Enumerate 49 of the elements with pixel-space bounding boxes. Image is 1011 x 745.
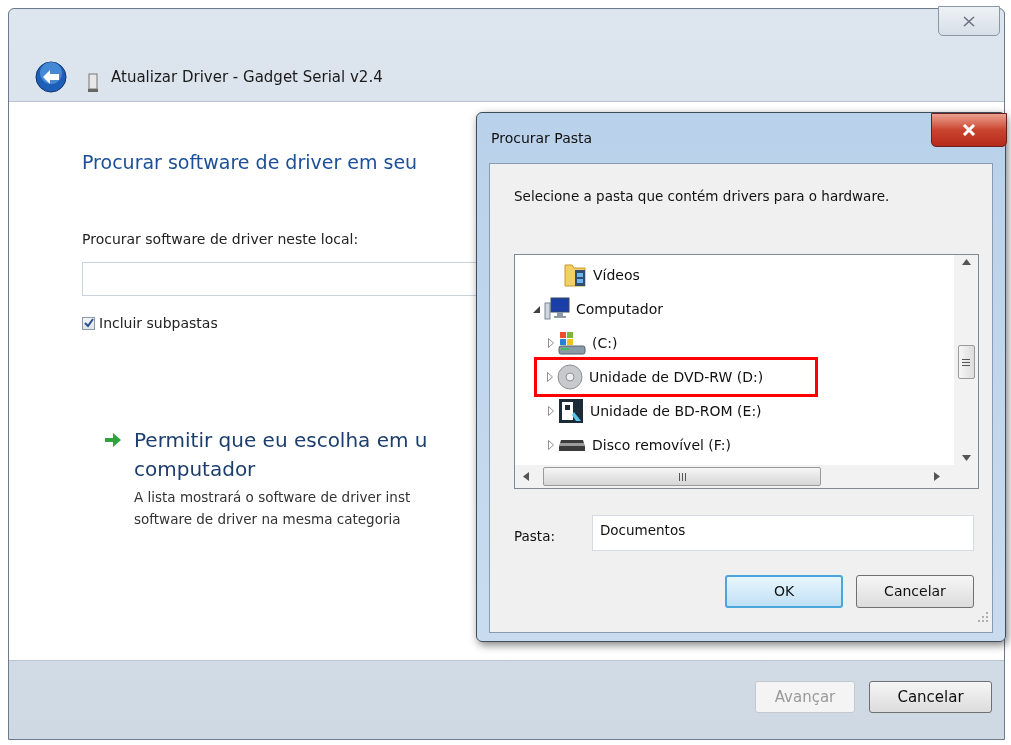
grip-icon — [962, 358, 970, 366]
back-button[interactable] — [35, 61, 67, 93]
device-icon — [87, 73, 99, 93]
tree-item[interactable]: Computador — [576, 298, 663, 320]
expand-icon[interactable] — [547, 372, 553, 383]
scroll-left-icon[interactable] — [523, 472, 529, 482]
close-icon — [962, 124, 976, 136]
tree-item[interactable]: Disco removível (F:) — [592, 434, 731, 456]
window-title: Atualizar Driver - Gadget Serial v2.4 — [111, 66, 383, 88]
disc-icon — [557, 364, 583, 391]
checkbox-label: Incluir subpastas — [99, 313, 218, 333]
horizontal-scrollbar[interactable] — [515, 465, 978, 489]
vertical-scrollbar[interactable] — [954, 255, 978, 466]
tree-item[interactable]: (C:) — [592, 332, 618, 354]
scroll-down-icon[interactable] — [961, 455, 971, 462]
location-field[interactable] — [82, 261, 477, 296]
dialog-button[interactable]: OK — [725, 575, 843, 609]
expand-icon[interactable] — [548, 406, 554, 417]
scroll-right-icon[interactable] — [934, 472, 940, 482]
expand-icon[interactable] — [548, 440, 554, 451]
close-icon — [963, 15, 975, 27]
expand-icon[interactable] — [548, 338, 554, 349]
location-label: Procurar software de driver neste local: — [82, 229, 360, 249]
computer-icon — [544, 297, 570, 322]
grip-icon — [678, 472, 686, 481]
tree-item[interactable]: Unidade de BD-ROM (E:) — [590, 400, 762, 422]
instruction-text: Selecione a pasta que contém drivers para o hardware. — [514, 187, 891, 206]
folder-icon — [563, 262, 587, 289]
option-link[interactable]: Permitir que eu escolha em u computador — [134, 425, 428, 484]
scroll-thumb[interactable] — [957, 345, 975, 380]
tree-item[interactable]: Vídeos — [593, 264, 640, 286]
tree-item[interactable]: Unidade de DVD-RW (D:) — [589, 366, 764, 388]
close-button[interactable] — [931, 113, 1007, 147]
drive-icon — [558, 331, 586, 356]
dialog-title: Procurar Pasta — [491, 128, 593, 148]
scroll-thumb[interactable] — [543, 467, 821, 487]
page-heading: Procurar software de driver em seu — [82, 150, 419, 175]
arrow-icon — [104, 431, 122, 448]
drive-icon — [558, 438, 586, 453]
option-description: A lista mostrará o software de driver inst software de driver na mesma categoria — [134, 487, 412, 529]
folder-label: Pasta: — [514, 527, 555, 547]
checkbox[interactable] — [82, 316, 95, 330]
folder-field[interactable]: Documentos — [591, 515, 974, 552]
resize-grip-icon[interactable] — [978, 612, 988, 623]
scroll-up-icon[interactable] — [961, 259, 971, 266]
dialog-button[interactable]: Cancelar — [856, 575, 974, 609]
drive-icon — [558, 398, 584, 425]
collapse-icon[interactable] — [533, 305, 540, 313]
wizard-button[interactable]: Cancelar — [869, 681, 992, 713]
